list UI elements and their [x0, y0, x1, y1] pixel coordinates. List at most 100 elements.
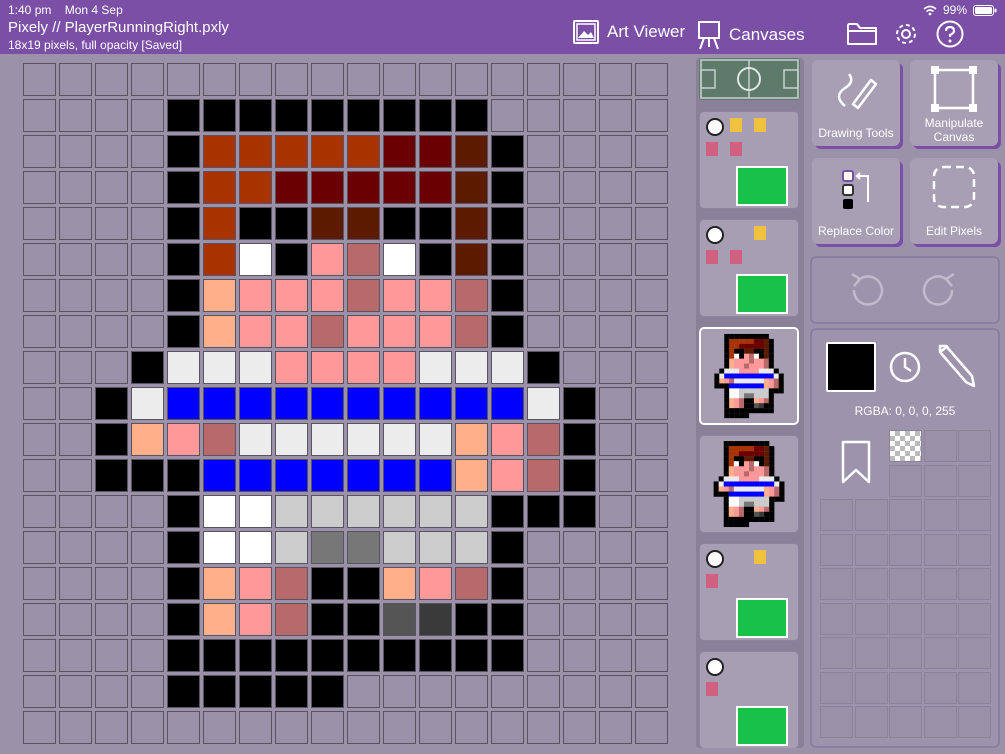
canvas-pixel[interactable]	[491, 351, 524, 384]
canvas-pixel[interactable]	[203, 423, 236, 456]
canvas-pixel[interactable]	[491, 531, 524, 564]
folder-icon[interactable]	[846, 20, 878, 46]
canvas-pixel[interactable]	[347, 99, 380, 132]
empty-color-swatch[interactable]	[889, 706, 922, 738]
canvas-pixel[interactable]	[419, 603, 452, 636]
canvas-pixel[interactable]	[419, 171, 452, 204]
canvas-pixel[interactable]	[527, 243, 560, 276]
canvas-pixel[interactable]	[527, 207, 560, 240]
canvas-pixel[interactable]	[491, 459, 524, 492]
canvas-pixel[interactable]	[59, 639, 92, 672]
canvas-pixel[interactable]	[419, 459, 452, 492]
canvas-pixel[interactable]	[383, 243, 416, 276]
canvas-pixel[interactable]	[491, 675, 524, 708]
canvas-pixel[interactable]	[203, 711, 236, 744]
canvas-pixel[interactable]	[311, 135, 344, 168]
canvas-pixel[interactable]	[599, 423, 632, 456]
canvas-pixel[interactable]	[419, 495, 452, 528]
canvas-pixel[interactable]	[59, 243, 92, 276]
canvas-pixel[interactable]	[131, 315, 164, 348]
canvas-pixel[interactable]	[491, 135, 524, 168]
canvas-pixel[interactable]	[599, 135, 632, 168]
canvas-pixel[interactable]	[167, 567, 200, 600]
empty-color-swatch[interactable]	[889, 602, 922, 635]
empty-color-swatch[interactable]	[923, 499, 957, 531]
canvas-pixel[interactable]	[275, 351, 308, 384]
canvas-pixel[interactable]	[95, 459, 128, 492]
canvas-pixel[interactable]	[383, 387, 416, 420]
canvas-pixel[interactable]	[95, 135, 128, 168]
canvas-pixel[interactable]	[311, 351, 344, 384]
canvas-pixel[interactable]	[635, 63, 668, 96]
canvas-pixel[interactable]	[527, 531, 560, 564]
canvas-pixel[interactable]	[203, 567, 236, 600]
canvas-pixel[interactable]	[275, 243, 308, 276]
canvas-pixel[interactable]	[455, 387, 488, 420]
canvas-pixel[interactable]	[59, 99, 92, 132]
canvas-pixel[interactable]	[23, 567, 56, 600]
canvas-pixel[interactable]	[635, 423, 668, 456]
canvas-pixel[interactable]	[527, 135, 560, 168]
canvas-pixel[interactable]	[275, 711, 308, 744]
canvas-pixel[interactable]	[131, 387, 164, 420]
canvas-pixel[interactable]	[635, 675, 668, 708]
canvas-pixel[interactable]	[59, 495, 92, 528]
canvas-pixel[interactable]	[203, 459, 236, 492]
canvas-pixel[interactable]	[167, 351, 200, 384]
canvas-pixel[interactable]	[167, 171, 200, 204]
canvas-pixel[interactable]	[167, 711, 200, 744]
canvas-pixel[interactable]	[599, 675, 632, 708]
canvas-pixel[interactable]	[383, 603, 416, 636]
canvas-pixel[interactable]	[239, 423, 272, 456]
empty-color-swatch[interactable]	[820, 637, 853, 669]
canvas-pixel[interactable]	[311, 495, 344, 528]
canvas-pixel[interactable]	[239, 351, 272, 384]
canvas-pixel[interactable]	[95, 675, 128, 708]
canvas-pixel[interactable]	[59, 279, 92, 312]
canvas-pixel[interactable]	[527, 351, 560, 384]
canvas-pixel[interactable]	[311, 603, 344, 636]
canvas-pixel[interactable]	[95, 351, 128, 384]
canvas-pixel[interactable]	[527, 171, 560, 204]
canvas-pixel[interactable]	[167, 423, 200, 456]
canvas-pixel[interactable]	[59, 603, 92, 636]
canvas-thumb-selected[interactable]	[699, 327, 799, 425]
canvas-pixel[interactable]	[491, 639, 524, 672]
canvas-pixel[interactable]	[59, 531, 92, 564]
canvas-pixel[interactable]	[59, 315, 92, 348]
canvas-pixel[interactable]	[203, 351, 236, 384]
canvas-pixel[interactable]	[203, 603, 236, 636]
empty-color-swatch[interactable]	[923, 568, 957, 600]
canvas-pixel[interactable]	[599, 711, 632, 744]
empty-color-swatch[interactable]	[820, 533, 853, 566]
canvas-pixel[interactable]	[23, 675, 56, 708]
canvas-thumb-6[interactable]	[699, 651, 799, 748]
canvas-pixel[interactable]	[563, 387, 596, 420]
redo-icon[interactable]	[916, 268, 960, 312]
canvas-pixel[interactable]	[275, 423, 308, 456]
canvas-pixel[interactable]	[491, 63, 524, 96]
canvas-pixel[interactable]	[383, 711, 416, 744]
canvas-pixel[interactable]	[383, 135, 416, 168]
drawing-tools-button[interactable]: Drawing Tools	[812, 60, 900, 146]
canvas-pixel[interactable]	[275, 459, 308, 492]
canvas-pixel[interactable]	[23, 423, 56, 456]
canvas-pixel[interactable]	[131, 711, 164, 744]
canvas-pixel[interactable]	[455, 495, 488, 528]
canvas-pixel[interactable]	[383, 207, 416, 240]
canvas-pixel[interactable]	[59, 567, 92, 600]
canvas-pixel[interactable]	[527, 675, 560, 708]
empty-color-swatch[interactable]	[889, 533, 922, 566]
canvas-pixel[interactable]	[239, 603, 272, 636]
canvas-pixel[interactable]	[491, 315, 524, 348]
canvas-pixel[interactable]	[203, 279, 236, 312]
canvas-pixel[interactable]	[635, 459, 668, 492]
canvas-pixel[interactable]	[347, 711, 380, 744]
canvas-pixel[interactable]	[599, 63, 632, 96]
canvas-pixel[interactable]	[455, 423, 488, 456]
gear-icon[interactable]	[893, 21, 919, 47]
canvas-pixel[interactable]	[563, 99, 596, 132]
canvas-pixel[interactable]	[455, 207, 488, 240]
canvas-pixel[interactable]	[563, 639, 596, 672]
canvas-pixel[interactable]	[203, 675, 236, 708]
